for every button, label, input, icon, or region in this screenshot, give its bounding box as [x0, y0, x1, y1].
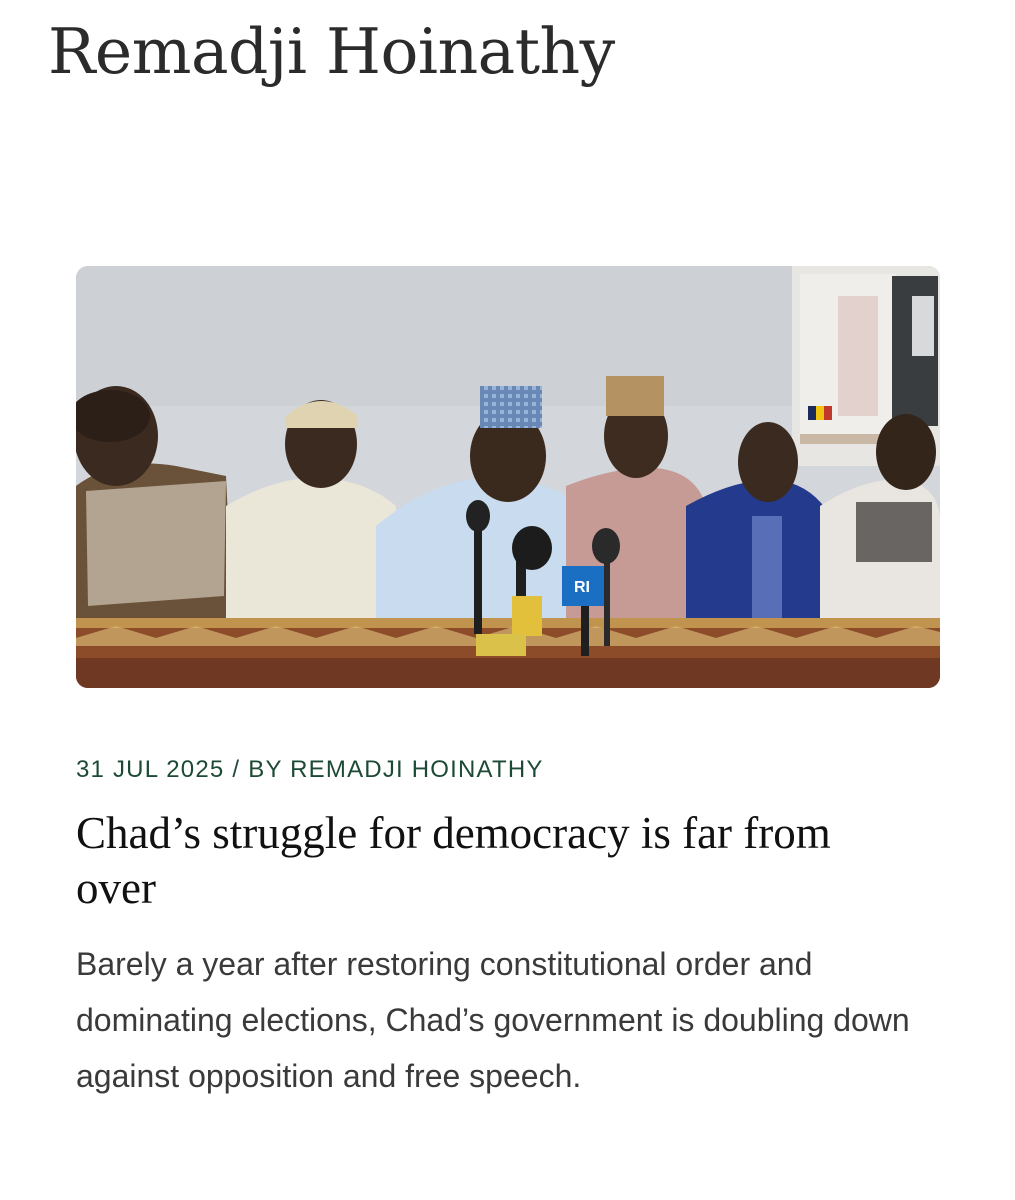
- svg-text:RI: RI: [574, 579, 590, 596]
- article-title[interactable]: Chad’s struggle for democracy is far fro…: [76, 806, 876, 916]
- article-meta: 31 JUL 2025 / BY REMADJI HOINATHY: [76, 754, 940, 786]
- meta-separator: /: [232, 756, 241, 783]
- article-date: 31 JUL 2025: [76, 756, 225, 783]
- press-conference-photo: RI: [76, 266, 940, 688]
- article-byline[interactable]: BY REMADJI HOINATHY: [248, 756, 543, 783]
- article-image[interactable]: RI: [76, 266, 940, 688]
- article-card[interactable]: RI 31 JUL 2025 / BY REMADJI HOINATHY Chad’…: [76, 266, 940, 1104]
- author-page-heading: Remadji Hoinathy: [48, 15, 615, 88]
- article-excerpt: Barely a year after restoring constituti…: [76, 946, 910, 1094]
